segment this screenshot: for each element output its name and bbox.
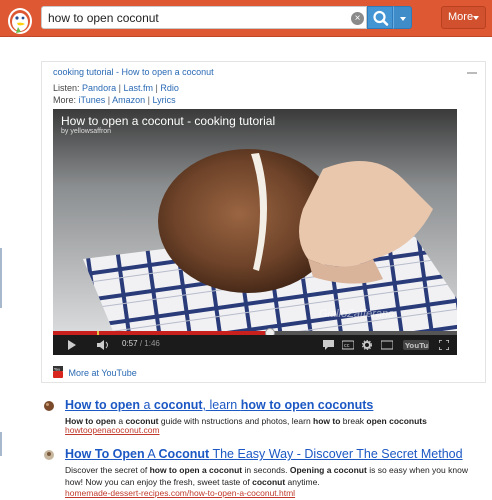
video-controls: 0:57 / 1:46 cc YouTube: [53, 335, 457, 355]
zero-click-title-link[interactable]: cooking tutorial - How to open a coconut: [53, 67, 214, 77]
header-bar: × More: [0, 0, 492, 37]
sidebar-marker: [0, 248, 2, 308]
more-link-lyrics[interactable]: Lyrics: [153, 95, 176, 105]
result-snippet-text: anytime.: [285, 477, 320, 487]
result-snippet-text: Discover the secret of: [65, 465, 150, 475]
listen-links-row: Listen: Pandora | Last.fm | Rdio: [53, 83, 179, 93]
more-link-itunes[interactable]: iTunes: [79, 95, 106, 105]
separator: |: [147, 95, 150, 105]
more-at-youtube: You More at YouTube: [53, 366, 137, 378]
duckduckgo-logo-icon[interactable]: [6, 3, 36, 35]
youtube-logo-icon[interactable]: YouTube: [403, 340, 429, 350]
video-player[interactable]: How to open a coconut - cooking tutorial…: [53, 109, 457, 355]
result-snippet-text: coconut: [252, 477, 286, 487]
search-result: How To Open A Coconut The Easy Way - Dis…: [43, 447, 483, 499]
listen-label: Listen:: [53, 83, 80, 93]
separator: |: [107, 95, 111, 105]
result-snippet-text: open coconuts: [366, 416, 427, 426]
result-url[interactable]: homemade-dessert-recipes.com/how-to-open…: [65, 488, 295, 498]
coconut-favicon-icon: [44, 401, 54, 411]
more-menu-button[interactable]: More: [441, 6, 486, 29]
more-links-row: More: iTunes | Amazon | Lyrics: [53, 95, 176, 105]
search-result: How to open a coconut, learn how to open…: [43, 398, 483, 438]
clear-search-button[interactable]: ×: [351, 12, 364, 25]
result-title-link[interactable]: How to open a coconut, learn how to open…: [65, 398, 373, 412]
separator: |: [118, 83, 121, 93]
chevron-down-icon: [473, 16, 479, 20]
sidebar-marker: [0, 432, 2, 456]
result-title-text: How To Open: [65, 447, 145, 461]
video-watermark: GialloZafferano: [319, 308, 395, 320]
collapse-icon[interactable]: [467, 72, 477, 74]
video-title[interactable]: How to open a coconut - cooking tutorial: [61, 114, 275, 128]
search-input[interactable]: [48, 10, 338, 26]
svg-text:cc: cc: [344, 343, 350, 349]
listen-link-lastfm[interactable]: Last.fm: [123, 83, 153, 93]
theater-mode-icon[interactable]: [381, 340, 393, 350]
result-title-text: Coconut: [158, 447, 210, 461]
volume-icon[interactable]: [97, 340, 111, 350]
result-snippet-text: how to open a coconut: [149, 465, 243, 475]
result-title-text: a: [140, 398, 154, 412]
current-time: 0:57: [122, 339, 138, 348]
zero-click-title: cooking tutorial - How to open a coconut: [53, 67, 214, 77]
result-title-link[interactable]: How To Open A Coconut The Easy Way - Dis…: [65, 447, 463, 461]
search-box: ×: [41, 6, 367, 29]
chevron-down-icon: [400, 17, 406, 21]
magnifier-icon: [373, 10, 389, 26]
clear-icon: ×: [354, 13, 361, 24]
result-snippet: Discover the secret of how to open a coc…: [65, 464, 485, 488]
more-label: More:: [53, 95, 77, 105]
captions-icon[interactable]: cc: [342, 340, 354, 350]
zero-click-info-box: cooking tutorial - How to open a coconut…: [41, 61, 486, 383]
youtube-icon: You: [53, 366, 63, 378]
more-menu-label: More: [448, 11, 474, 23]
annotations-icon[interactable]: [323, 340, 334, 350]
listen-link-rdio[interactable]: Rdio: [160, 83, 179, 93]
result-snippet-text: break: [340, 416, 367, 426]
result-snippet-text: in seconds.: [242, 465, 290, 475]
play-icon[interactable]: [67, 340, 77, 350]
result-title-text: The Easy Way - Discover The Secret Metho…: [209, 447, 463, 461]
more-at-youtube-link[interactable]: More at YouTube: [69, 368, 137, 378]
svg-text:You: You: [54, 367, 60, 371]
result-title-text: coconut: [153, 398, 203, 412]
settings-gear-icon[interactable]: [362, 340, 372, 350]
result-url[interactable]: howtoopenacoconut.com: [65, 425, 160, 435]
more-link-amazon[interactable]: Amazon: [112, 95, 145, 105]
svg-text:YouTube: YouTube: [404, 342, 429, 350]
search-button[interactable]: [367, 6, 393, 29]
result-title-text: how to open coconuts: [240, 398, 374, 412]
result-title-text: How to open: [65, 398, 140, 412]
result-title-text: , learn: [202, 398, 241, 412]
listen-link-pandora[interactable]: Pandora: [82, 83, 116, 93]
result-snippet-text: Opening a coconut: [289, 465, 367, 475]
video-author[interactable]: by yellowsaffron: [61, 128, 111, 135]
time-separator: /: [139, 339, 143, 348]
result-snippet-text: how to: [313, 416, 341, 426]
result-snippet-text: guide with nstructions and photos, learn: [158, 416, 314, 426]
result-title-text: A: [144, 447, 159, 461]
site-favicon-icon: [44, 450, 54, 460]
video-frame[interactable]: [53, 109, 457, 331]
video-time: 0:57 / 1:46: [122, 339, 160, 348]
search-options-dropdown[interactable]: [393, 6, 412, 29]
separator: |: [155, 83, 158, 93]
duration: 1:46: [144, 339, 160, 348]
fullscreen-icon[interactable]: [439, 340, 449, 350]
